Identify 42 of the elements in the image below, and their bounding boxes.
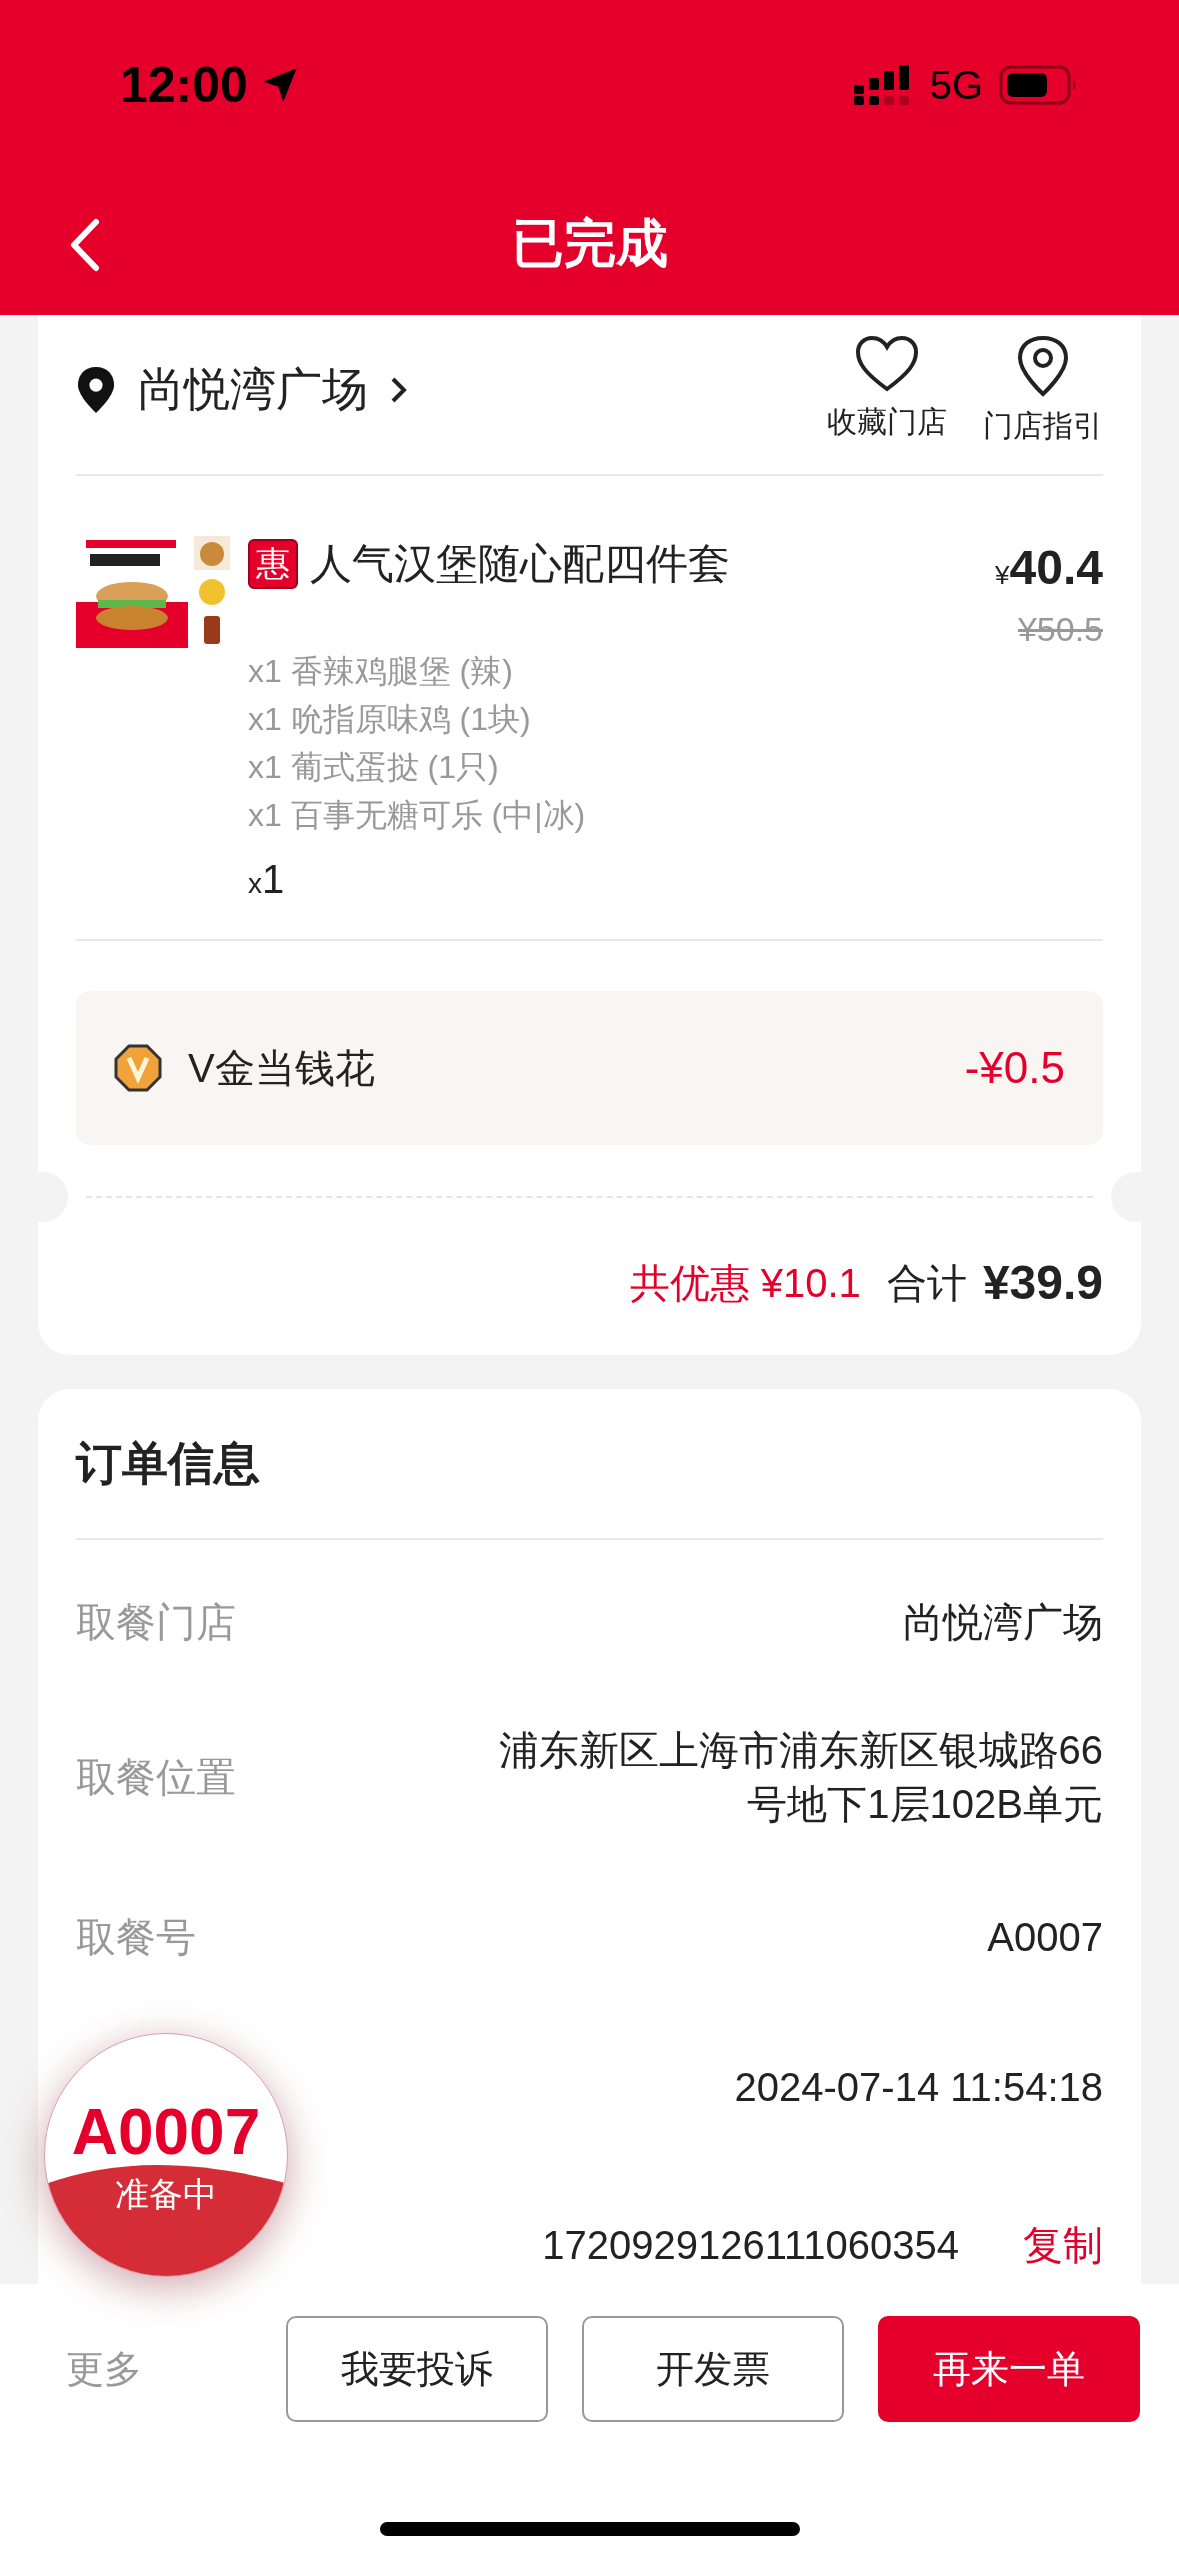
pickup-number: A0007 bbox=[71, 2096, 261, 2168]
combo-component: x1 百事无糖可乐 (中|冰) bbox=[248, 796, 587, 835]
discount-amount: -¥0.5 bbox=[964, 1042, 1065, 1094]
coin-icon bbox=[114, 1044, 162, 1092]
action-button[interactable]: 我要投诉 bbox=[286, 2316, 548, 2422]
combo-component: x1 吮指原味鸡 (1块) bbox=[248, 700, 532, 739]
info-label: 取餐门店 bbox=[76, 1599, 236, 1646]
original-price: ¥50.5 bbox=[1017, 609, 1103, 650]
store-action-button[interactable]: 门店指引 bbox=[983, 335, 1103, 448]
info-value: 2024-07-14 11:54:18 bbox=[734, 2064, 1103, 2111]
page-title: 已完成 bbox=[511, 212, 668, 274]
info-value: 浦东新区上海市浦东新区银城路66号地下1层102B单元 bbox=[497, 1727, 1103, 1828]
total-label: 合计 bbox=[886, 1260, 967, 1307]
info-label: 取餐位置 bbox=[76, 1754, 236, 1801]
product-name: 人气汉堡随心配四件套 bbox=[310, 539, 730, 589]
combo-component: x1 香辣鸡腿堡 (辣) bbox=[248, 652, 514, 691]
location-pin-icon bbox=[76, 366, 116, 413]
store-link[interactable]: 尚悦湾广场 bbox=[76, 355, 408, 424]
product-price: 40.4 bbox=[1009, 540, 1103, 596]
currency-symbol: ¥ bbox=[995, 560, 1010, 592]
info-label: 取餐号 bbox=[76, 1914, 196, 1961]
info-value: A0007 bbox=[987, 1914, 1103, 1961]
network-label: 5G bbox=[929, 62, 983, 109]
discount-label: V金当钱花 bbox=[188, 1045, 375, 1092]
heart-icon bbox=[855, 335, 919, 393]
back-icon bbox=[70, 218, 100, 272]
action-button[interactable]: 开发票 bbox=[582, 2316, 844, 2422]
info-value: 1720929126111060354 bbox=[542, 2222, 959, 2269]
info-value: 尚悦湾广场 bbox=[903, 1599, 1103, 1646]
total-savings: 共优惠 ¥10.1 bbox=[629, 1260, 861, 1307]
store-action-button[interactable]: 收藏门店 bbox=[827, 335, 947, 448]
total-amount: ¥39.9 bbox=[982, 1255, 1103, 1311]
pickup-status: 准备中 bbox=[115, 2174, 217, 2215]
copy-link[interactable]: 复制 bbox=[1023, 2215, 1103, 2275]
action-button[interactable]: 再来一单 bbox=[878, 2316, 1140, 2422]
status-time: 12:00 bbox=[120, 55, 248, 115]
combo-component: x1 葡式蛋挞 (1只) bbox=[248, 748, 500, 787]
discount-tag: 惠 bbox=[248, 538, 298, 589]
section-title: 订单信息 bbox=[76, 1437, 260, 1489]
quantity: 1 bbox=[262, 856, 285, 903]
quantity-prefix: x bbox=[248, 868, 262, 901]
location-pin-icon bbox=[1016, 335, 1070, 397]
